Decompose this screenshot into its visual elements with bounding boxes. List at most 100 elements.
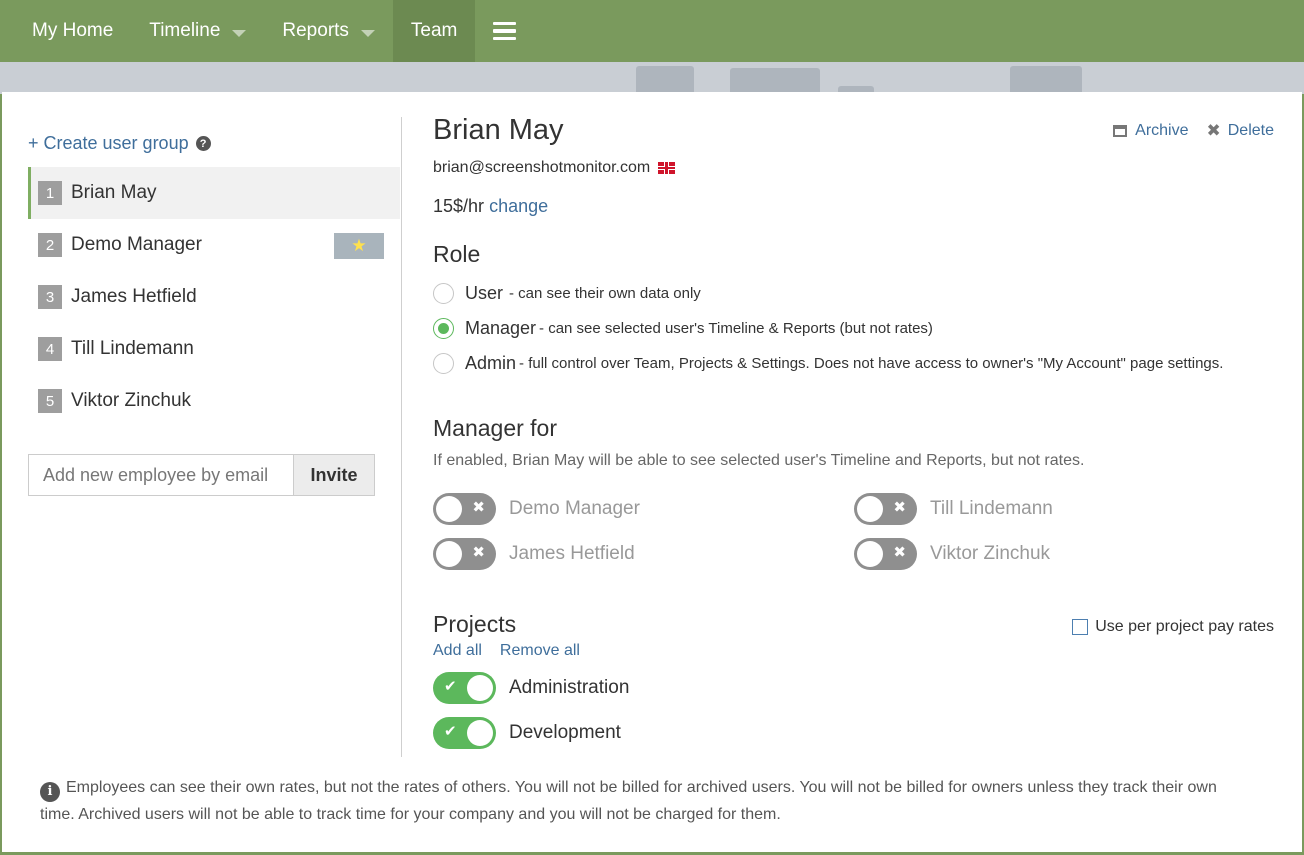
manager-for-toggle[interactable]: ✖ — [854, 493, 917, 525]
manager-for-toggle[interactable]: ✖ — [433, 538, 496, 570]
hourly-rate: 15$/hr — [433, 196, 485, 216]
nav-my-home-label: My Home — [32, 20, 114, 41]
role-title: Role — [433, 241, 481, 267]
archive-label: Archive — [1135, 122, 1189, 139]
user-email-row: brian@screenshotmonitor.com — [433, 159, 676, 177]
role-radio[interactable] — [433, 283, 454, 304]
toggle-label: Till Lindemann — [930, 498, 1053, 519]
manager-for-toggle[interactable]: ✖ — [854, 538, 917, 570]
delete-label: Delete — [1227, 122, 1274, 139]
remove-all-link[interactable]: Remove all — [500, 642, 580, 660]
billing-info-note: i Employees can see their own rates, but … — [40, 775, 1250, 828]
manager-for-toggle-row: ✖ Demo Manager — [433, 493, 640, 525]
change-rate-link[interactable]: change — [489, 196, 548, 216]
user-list-item[interactable]: 1 Brian May — [28, 167, 400, 219]
user-list-item[interactable]: 3 James Hetfield — [28, 271, 400, 323]
role-label: Manager — [465, 318, 537, 338]
user-number-badge: 3 — [38, 285, 62, 309]
project-bulk-links: Add all Remove all — [433, 642, 580, 660]
user-actions: Archive ✖ Delete — [1113, 121, 1274, 141]
delete-button[interactable]: ✖ Delete — [1207, 121, 1275, 141]
user-name: Till Lindemann — [71, 338, 194, 359]
role-desc: - can see their own data only — [509, 285, 701, 302]
caret-down-icon — [360, 29, 375, 37]
manager-for-description: If enabled, Brian May will be able to se… — [433, 452, 1085, 469]
vertical-divider — [401, 117, 402, 757]
archive-icon — [1113, 125, 1128, 137]
nav-team-label: Team — [410, 20, 458, 41]
team-member-panel: + Create user group ? 1 Brian May 2 Demo… — [2, 92, 1302, 852]
create-user-group-link[interactable]: + Create user group ? — [28, 133, 211, 154]
role-option-user[interactable]: User - can see their own data only — [433, 283, 701, 304]
question-circle-icon[interactable]: ? — [195, 136, 211, 151]
nav-timeline[interactable]: Timeline — [131, 0, 264, 62]
per-project-rates-checkbox[interactable] — [1072, 619, 1089, 635]
role-option-manager[interactable]: Manager - can see selected user's Timeli… — [433, 318, 933, 339]
role-radio[interactable] — [433, 318, 454, 339]
per-project-rates-label: Use per project pay rates — [1095, 618, 1274, 635]
manager-for-title: Manager for — [433, 415, 558, 441]
user-number-badge: 2 — [38, 233, 62, 257]
manager-for-toggle-row: ✖ James Hetfield — [433, 538, 635, 570]
uk-flag-icon — [658, 162, 676, 174]
role-label: Admin — [465, 353, 517, 373]
toggle-label: Viktor Zinchuk — [930, 543, 1051, 564]
project-toggle[interactable]: ✔ — [433, 672, 496, 704]
close-icon: ✖ — [1206, 121, 1221, 140]
create-user-group-label: + Create user group — [28, 133, 189, 153]
invite-form: Invite — [28, 454, 375, 496]
check-icon: ✔ — [444, 723, 457, 740]
role-option-admin[interactable]: Admin - full control over Team, Projects… — [433, 353, 1223, 374]
projects-title: Projects — [433, 611, 517, 637]
role-desc: - can see selected user's Timeline & Rep… — [539, 320, 933, 337]
star-icon: ★ — [334, 233, 384, 259]
user-name: Demo Manager — [71, 234, 202, 255]
nav-reports[interactable]: Reports — [264, 0, 393, 62]
user-name: Brian May — [71, 182, 157, 203]
info-icon: i — [40, 782, 60, 802]
project-toggle-row: ✔ Administration — [433, 672, 629, 704]
project-toggle[interactable]: ✔ — [433, 717, 496, 749]
invite-email-input[interactable] — [29, 455, 293, 495]
manager-for-toggle[interactable]: ✖ — [433, 493, 496, 525]
nav-team[interactable]: Team — [392, 0, 476, 73]
user-name: Viktor Zinchuk — [71, 390, 192, 411]
nav-reports-label: Reports — [282, 20, 349, 41]
project-toggle-row: ✔ Development — [433, 717, 621, 749]
user-list-item[interactable]: 2 Demo Manager ★ — [28, 219, 400, 271]
add-all-link[interactable]: Add all — [433, 642, 482, 660]
hamburger-icon — [493, 21, 517, 41]
toggle-label: Administration — [509, 677, 630, 698]
manager-for-toggle-row: ✖ Viktor Zinchuk — [854, 538, 1050, 570]
top-nav: My Home Timeline Reports Team — [0, 0, 1304, 73]
toggle-label: Development — [509, 722, 621, 743]
invite-button[interactable]: Invite — [293, 455, 374, 495]
x-icon: ✖ — [472, 544, 485, 561]
billing-info-text: Employees can see their own rates, but n… — [40, 779, 1217, 823]
toggle-label: Demo Manager — [509, 498, 640, 519]
check-icon: ✔ — [444, 678, 457, 695]
x-icon: ✖ — [893, 544, 906, 561]
user-number-badge: 4 — [38, 337, 62, 361]
nav-my-home[interactable]: My Home — [0, 0, 131, 62]
per-project-rates-option[interactable]: Use per project pay rates — [1072, 618, 1274, 636]
menu-button[interactable] — [475, 0, 534, 62]
nav-timeline-label: Timeline — [149, 20, 221, 41]
archive-button[interactable]: Archive — [1113, 121, 1189, 141]
page-backdrop — [0, 62, 1304, 94]
role-radio[interactable] — [433, 353, 454, 374]
user-list-item[interactable]: 4 Till Lindemann — [28, 323, 400, 375]
user-detail-name: Brian May — [433, 114, 564, 146]
manager-for-toggle-row: ✖ Till Lindemann — [854, 493, 1053, 525]
user-name: James Hetfield — [71, 286, 197, 307]
user-number-badge: 5 — [38, 389, 62, 413]
user-number-badge: 1 — [38, 181, 62, 205]
caret-down-icon — [232, 29, 247, 37]
user-email: brian@screenshotmonitor.com — [433, 159, 651, 176]
toggle-label: James Hetfield — [509, 543, 635, 564]
user-list: 1 Brian May 2 Demo Manager ★ 3 James Het… — [28, 167, 400, 427]
rate-row: 15$/hr change — [433, 196, 548, 217]
x-icon: ✖ — [472, 499, 485, 516]
user-list-item[interactable]: 5 Viktor Zinchuk — [28, 375, 400, 427]
role-desc: - full control over Team, Projects & Set… — [519, 355, 1224, 372]
